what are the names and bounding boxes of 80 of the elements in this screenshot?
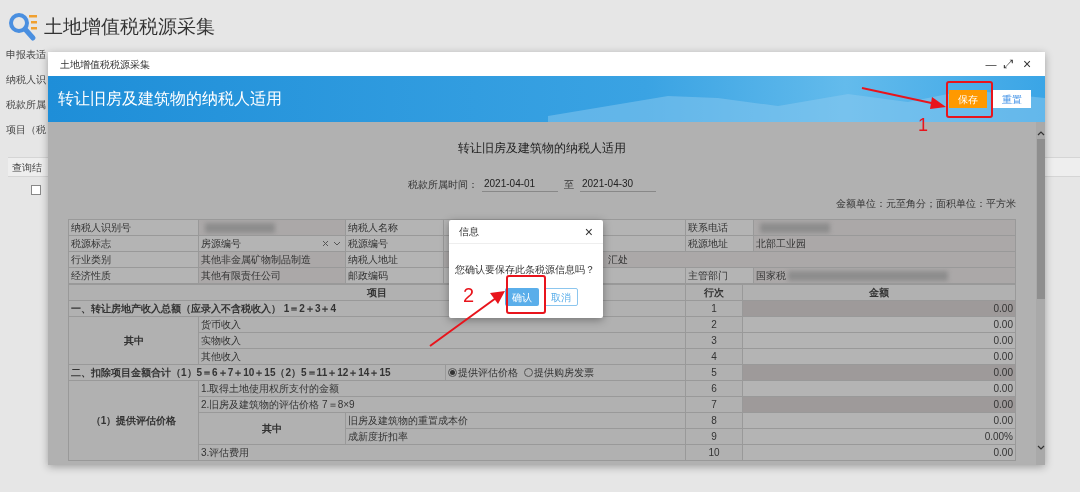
- redacted-block: [760, 222, 830, 233]
- group-label: 其中: [123, 335, 144, 346]
- page-title: 土地增值税税源采集: [44, 14, 215, 39]
- item-label: 其他收入: [201, 351, 241, 362]
- radio-button[interactable]: [448, 368, 457, 377]
- redacted-block: [205, 222, 275, 233]
- field-label: 税源编号: [348, 238, 388, 249]
- field-value: 国家税: [756, 269, 786, 283]
- clear-icon[interactable]: [322, 240, 329, 247]
- form-label: 纳税人识: [6, 73, 46, 86]
- checkbox[interactable]: [31, 185, 41, 195]
- item-label: 旧房及建筑物的重置成本价: [348, 415, 468, 426]
- line-number: 10: [708, 447, 720, 458]
- radio-option[interactable]: 提供购房发票: [524, 365, 594, 380]
- field-value: 汇处: [608, 254, 628, 265]
- line-number: 5: [711, 367, 717, 378]
- item-label: 1.取得土地使用权所支付的金额: [201, 383, 340, 394]
- field-label: 经济性质: [71, 270, 111, 281]
- field-value: 其他有限责任公司: [201, 270, 281, 281]
- line-number: 3: [711, 335, 717, 346]
- scrollbar[interactable]: [1036, 122, 1045, 465]
- field-label: 纳税人识别号: [71, 222, 131, 233]
- period-separator: 至: [564, 177, 574, 192]
- section-title: 二、扣除项目金额合计（1）5＝6＋7＋10＋15（2）5＝11＋12＋14＋15: [71, 367, 391, 378]
- item-label: 实物收入: [201, 335, 241, 346]
- column-header: 行次: [704, 287, 724, 298]
- field-label: 税源标志: [71, 238, 111, 249]
- chevron-down-icon: [333, 240, 341, 247]
- window-title: 土地增值税税源采集: [60, 57, 150, 72]
- annotation-number: 1: [918, 116, 928, 134]
- item-label: 成新度折扣率: [348, 431, 408, 442]
- units-note: 金额单位：元至角分；面积单位：平方米: [836, 197, 1016, 211]
- search-list-icon: [8, 12, 38, 42]
- chevron-down-icon[interactable]: [1037, 444, 1045, 451]
- chevron-up-icon[interactable]: [1037, 130, 1045, 137]
- item-label: 2.旧房及建筑物的评估价格 7＝8×9: [201, 399, 355, 410]
- group-label: （1）提供评估价格: [90, 415, 177, 426]
- reset-button[interactable]: 重置: [993, 90, 1031, 108]
- dialog-message: 您确认要保存此条税源信息吗？: [455, 264, 595, 275]
- group-label: 其中: [262, 423, 282, 434]
- field-label: 联系电话: [688, 222, 728, 233]
- line-number: 8: [711, 415, 717, 426]
- item-label: 3.评估费用: [201, 447, 250, 458]
- highlight-frame: [506, 275, 546, 314]
- annotation-number: 2: [463, 285, 475, 305]
- column-header: 金额: [869, 287, 889, 298]
- field-label: 纳税人地址: [348, 254, 398, 265]
- close-button[interactable]: ×: [584, 224, 593, 239]
- field-label: 主管部门: [688, 270, 728, 281]
- highlight-frame: [946, 81, 993, 118]
- line-number: 2: [711, 319, 717, 330]
- field-value: 北部工业园: [756, 238, 806, 249]
- field-label: 邮政编码: [348, 270, 388, 281]
- date-field[interactable]: 2021-04-01: [482, 176, 558, 192]
- field-value: 其他非金属矿物制品制造: [201, 254, 311, 265]
- form-label: 申报表适: [6, 48, 46, 61]
- field-label: 纳税人名称: [348, 222, 398, 233]
- form-title: 转让旧房及建筑物的纳税人适用: [458, 140, 626, 157]
- minimize-button[interactable]: —: [985, 58, 997, 70]
- close-button[interactable]: ×: [1021, 57, 1033, 71]
- section-title: 一、转让房地产收入总额（应录入不含税收入） 1＝2＋3＋4: [71, 303, 337, 314]
- form-label: 项目（税: [6, 123, 46, 136]
- date-field[interactable]: 2021-04-30: [580, 176, 656, 192]
- form-label: 税款所属: [6, 98, 46, 111]
- banner-title: 转让旧房及建筑物的纳税人适用: [58, 89, 282, 109]
- item-label: 货币收入: [201, 319, 241, 330]
- line-number: 7: [711, 399, 717, 410]
- field-label: 行业类别: [71, 254, 111, 265]
- results-title: 查询结: [12, 160, 42, 175]
- scrollbar-thumb[interactable]: [1037, 139, 1045, 299]
- period-label: 税款所属时间：: [408, 177, 478, 192]
- line-number: 1: [711, 303, 717, 314]
- field-label: 税源地址: [688, 238, 728, 249]
- radio-option[interactable]: 提供评估价格: [448, 365, 518, 380]
- line-number: 6: [711, 383, 717, 394]
- maximize-button[interactable]: ⤢: [1003, 58, 1015, 70]
- line-number: 9: [711, 431, 717, 442]
- column-header: 项目: [367, 287, 387, 298]
- dialog-title: 信息: [459, 225, 479, 239]
- line-number: 4: [711, 351, 717, 362]
